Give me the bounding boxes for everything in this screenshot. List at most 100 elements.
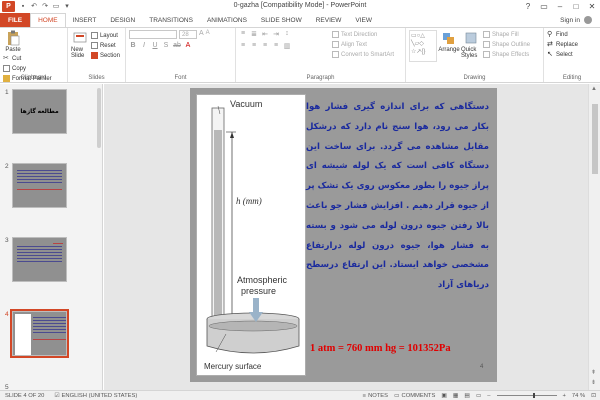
tab-home[interactable]: HOME xyxy=(30,13,66,27)
slide-sorter-icon[interactable]: ▦ xyxy=(453,393,458,399)
redo-icon[interactable]: ↷ xyxy=(41,3,49,11)
notes-label: NOTES xyxy=(368,392,389,399)
maximize-button[interactable]: □ xyxy=(568,0,584,13)
slide-body-text[interactable]: دستگاهی که برای اندازه گیری فشار هوا بکا… xyxy=(306,98,489,296)
pressure-equation[interactable]: 1 atm = 760 mm hg = 101352Pa xyxy=(310,343,451,354)
tab-animations[interactable]: ANIMATIONS xyxy=(200,13,254,27)
text-direction-button[interactable]: Text Direction xyxy=(332,30,394,39)
underline-icon[interactable]: U xyxy=(151,42,159,49)
copy-label: Copy xyxy=(12,65,27,72)
comments-button[interactable]: ▭ COMMENTS xyxy=(394,393,435,399)
save-icon[interactable]: ▪ xyxy=(19,3,27,11)
align-left-icon[interactable]: ≡ xyxy=(239,42,247,50)
align-center-icon[interactable]: ≡ xyxy=(250,42,258,50)
sign-in[interactable]: Sign in xyxy=(560,13,600,27)
reset-button[interactable]: Reset xyxy=(90,41,120,50)
increase-indent-icon[interactable]: ⇥ xyxy=(272,30,280,38)
align-text-icon xyxy=(332,41,339,48)
shadow-icon[interactable]: S xyxy=(162,42,170,49)
reading-view-icon[interactable]: ▤ xyxy=(464,393,469,399)
font-name-box[interactable] xyxy=(129,30,177,39)
justify-icon[interactable]: ≡ xyxy=(272,42,280,50)
zoom-level[interactable]: 74 % xyxy=(572,393,585,399)
copy-button[interactable]: Copy xyxy=(3,64,52,73)
section-button[interactable]: Section xyxy=(90,51,120,60)
comments-icon: ▭ xyxy=(394,392,400,399)
new-slide-button[interactable]: New Slide xyxy=(71,30,89,59)
normal-view-icon[interactable]: ▣ xyxy=(441,393,446,399)
shape-fill-label: Shape Fill xyxy=(492,31,519,38)
next-slide-icon[interactable]: ⇟ xyxy=(591,379,596,386)
tab-design[interactable]: DESIGN xyxy=(103,13,142,27)
thumbnails-scrollbar[interactable] xyxy=(97,88,101,148)
shrink-font-icon[interactable]: A xyxy=(206,30,210,39)
ribbon-display-button[interactable]: ▭ xyxy=(536,0,552,13)
shapes-gallery[interactable]: ▭○△ ╲▱◇ ☆↗{} xyxy=(409,30,437,62)
arrange-button[interactable]: Arrange xyxy=(438,30,460,62)
smartart-icon xyxy=(332,51,339,58)
status-bar: SLIDE 4 OF 20 ☑ ENGLISH (UNITED STATES) … xyxy=(0,390,600,400)
shape-outline-button[interactable]: Shape Outline xyxy=(483,40,530,49)
shape-fill-button[interactable]: Shape Fill xyxy=(483,30,530,39)
zoom-in-icon[interactable]: + xyxy=(563,393,566,399)
ribbon-tabs: FILE HOME INSERT DESIGN TRANSITIONS ANIM… xyxy=(0,13,600,27)
tab-file[interactable]: FILE xyxy=(0,13,31,27)
height-label: h (mm) xyxy=(236,196,262,206)
tab-slide-show[interactable]: SLIDE SHOW xyxy=(254,13,309,27)
align-text-button[interactable]: Align Text xyxy=(332,40,394,49)
tab-insert[interactable]: INSERT xyxy=(66,13,104,27)
align-right-icon[interactable]: ≡ xyxy=(261,42,269,50)
customize-qat-icon[interactable]: ▾ xyxy=(63,3,71,11)
slideshow-icon[interactable]: ▭ xyxy=(52,3,60,11)
font-color-icon[interactable]: A xyxy=(184,42,192,49)
canvas-scrollbar[interactable]: ▲ ⇞ ⇟ xyxy=(588,84,600,390)
notes-button[interactable]: ≡ NOTES xyxy=(363,393,388,399)
new-slide-icon xyxy=(73,32,87,43)
thumbnail-title: مطالعه گازها xyxy=(20,109,59,115)
scroll-up-icon[interactable]: ▲ xyxy=(591,86,597,92)
close-button[interactable]: ✕ xyxy=(584,0,600,13)
replace-button[interactable]: ⇄ Replace xyxy=(547,40,578,49)
find-label: Find xyxy=(556,31,568,38)
zoom-out-icon[interactable]: – xyxy=(487,393,490,399)
thumbnail-image xyxy=(12,237,67,282)
convert-smartart-button[interactable]: Convert to SmartArt xyxy=(332,50,394,59)
bullets-icon[interactable]: ≡ xyxy=(239,30,247,38)
scrollbar-thumb[interactable] xyxy=(592,104,598,174)
tab-transitions[interactable]: TRANSITIONS xyxy=(142,13,200,27)
cut-button[interactable]: ✂ Cut xyxy=(3,54,52,63)
italic-icon[interactable]: I xyxy=(140,42,148,49)
grow-font-icon[interactable]: A xyxy=(199,30,204,39)
find-button[interactable]: ⚲ Find xyxy=(547,30,578,39)
layout-button[interactable]: Layout xyxy=(90,31,120,40)
columns-icon[interactable]: ▥ xyxy=(283,42,291,50)
replace-label: Replace xyxy=(556,41,579,48)
undo-icon[interactable]: ↶ xyxy=(30,3,38,11)
new-slide-label: New Slide xyxy=(71,47,85,59)
thumbnail-image: مطالعه گازها xyxy=(12,89,67,134)
language-indicator[interactable]: ☑ ENGLISH (UNITED STATES) xyxy=(49,393,142,399)
fit-slide-icon[interactable]: ⊡ xyxy=(591,393,596,399)
decrease-indent-icon[interactable]: ⇤ xyxy=(261,30,269,38)
previous-slide-icon[interactable]: ⇞ xyxy=(591,369,596,376)
atmospheric-label: Atmospheric xyxy=(237,275,288,285)
help-button[interactable]: ? xyxy=(520,0,536,13)
minimize-button[interactable]: – xyxy=(552,0,568,13)
tab-view[interactable]: VIEW xyxy=(348,13,379,27)
quick-styles-button[interactable]: Quick Styles xyxy=(461,30,481,62)
numbering-icon[interactable]: ≣ xyxy=(250,30,258,38)
tab-review[interactable]: REVIEW xyxy=(309,13,349,27)
clipboard-label: Clipboard xyxy=(20,75,47,81)
paste-button[interactable]: Paste xyxy=(3,30,23,53)
font-size-box[interactable]: 28 xyxy=(179,30,197,39)
zoom-slider[interactable] xyxy=(496,393,557,398)
line-spacing-icon[interactable]: ↕ xyxy=(283,30,291,38)
slides-label: Slides xyxy=(88,75,105,81)
current-slide[interactable]: Vacuum h (mm) Atmospheric pressure Mercu… xyxy=(190,88,497,382)
select-button[interactable]: ↖ Select xyxy=(547,50,578,59)
slideshow-view-icon[interactable]: ▭ xyxy=(476,393,481,399)
bold-icon[interactable]: B xyxy=(129,42,137,49)
strikethrough-icon[interactable]: ab xyxy=(173,42,181,49)
vacuum-label: Vacuum xyxy=(230,99,263,109)
shape-effects-button[interactable]: Shape Effects xyxy=(483,50,530,59)
